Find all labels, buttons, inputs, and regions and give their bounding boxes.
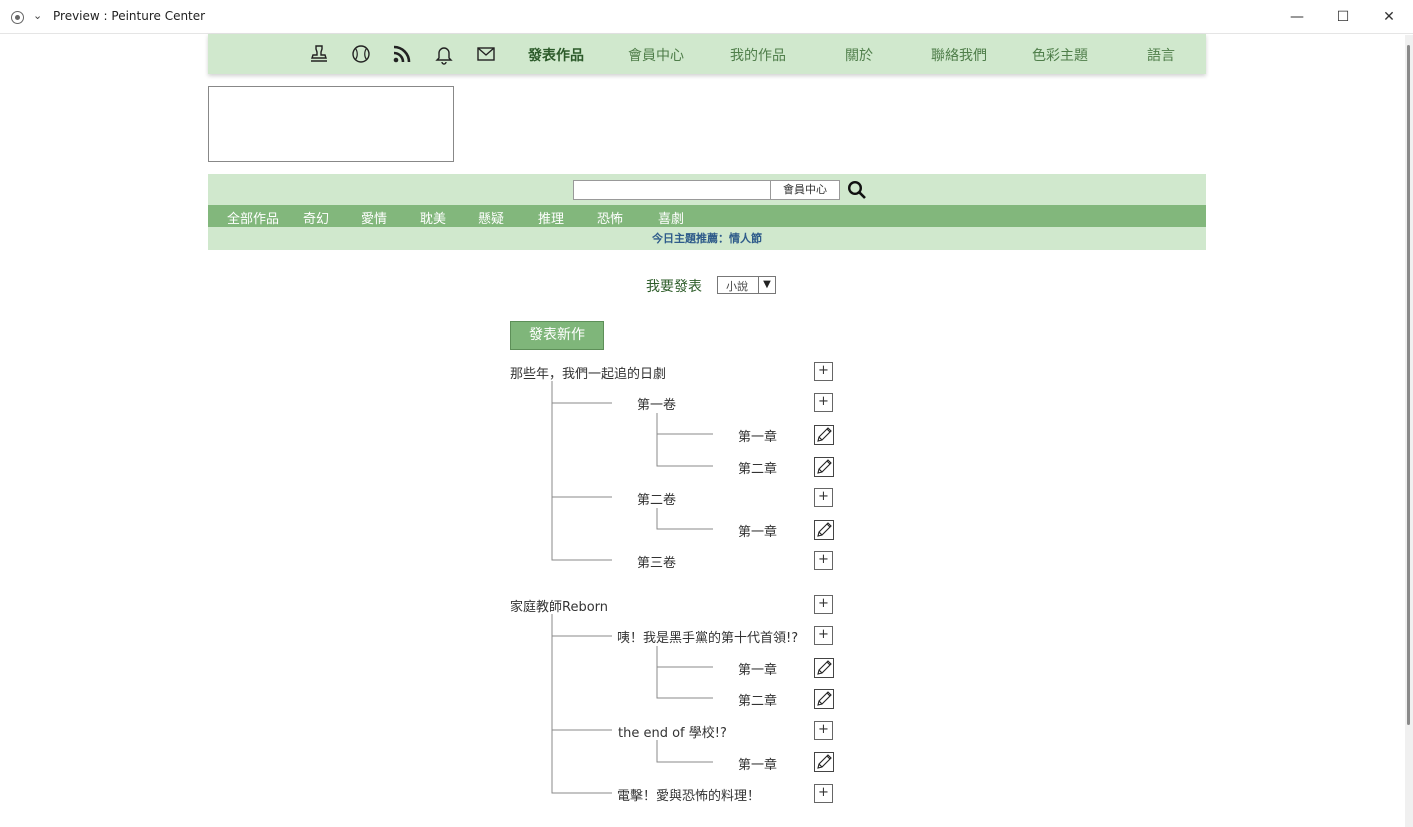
pencil-icon bbox=[817, 754, 832, 769]
category-fantasy[interactable]: 奇幻 bbox=[303, 208, 329, 227]
minimize-button[interactable]: — bbox=[1274, 0, 1320, 34]
chapter-title[interactable]: 第一章 bbox=[738, 521, 777, 540]
volume-title[interactable]: 第一卷 bbox=[637, 394, 676, 413]
work-title[interactable]: 家庭教師Reborn bbox=[510, 596, 608, 615]
volume-title[interactable]: 第二卷 bbox=[637, 489, 676, 508]
top-nav: 發表作品 會員中心 我的作品 關於 聯絡我們 色彩主題 語言 bbox=[208, 34, 1206, 74]
baseball-icon[interactable] bbox=[350, 43, 372, 65]
category-suspense[interactable]: 懸疑 bbox=[478, 208, 504, 227]
chapter-title[interactable]: 第一章 bbox=[738, 659, 777, 678]
search-scope-select[interactable]: 會員中心 bbox=[770, 180, 840, 200]
category-all[interactable]: 全部作品 bbox=[227, 208, 279, 227]
volume-title[interactable]: 第三卷 bbox=[637, 552, 676, 571]
stamp-icon[interactable] bbox=[308, 43, 330, 65]
add-chapter-button[interactable]: + bbox=[814, 393, 833, 412]
new-work-button[interactable]: 發表新作 bbox=[510, 321, 604, 350]
edit-chapter-button[interactable] bbox=[814, 425, 834, 445]
search-icon[interactable] bbox=[847, 180, 867, 200]
publish-type-value: 小說 bbox=[726, 280, 748, 293]
category-mystery[interactable]: 推理 bbox=[538, 208, 564, 227]
search-bar: 會員中心 bbox=[208, 174, 1206, 205]
window-title: Preview : Peinture Center bbox=[53, 9, 206, 23]
add-volume-button[interactable]: + bbox=[814, 595, 833, 614]
window-titlebar: ⌄ Preview : Peinture Center — ☐ ✕ bbox=[0, 0, 1413, 34]
category-comedy[interactable]: 喜劇 bbox=[658, 208, 684, 227]
pencil-icon bbox=[817, 522, 832, 537]
add-volume-button[interactable]: + bbox=[814, 362, 833, 381]
pencil-icon bbox=[817, 459, 832, 474]
chapter-title[interactable]: 第一章 bbox=[738, 754, 777, 773]
pencil-icon bbox=[817, 660, 832, 675]
mail-icon[interactable] bbox=[475, 43, 497, 65]
nav-language[interactable]: 語言 bbox=[1147, 45, 1175, 65]
add-chapter-button[interactable]: + bbox=[814, 626, 833, 645]
category-romance[interactable]: 愛情 bbox=[361, 208, 387, 227]
edit-chapter-button[interactable] bbox=[814, 457, 834, 477]
publish-label: 我要發表 bbox=[646, 279, 702, 295]
theme-recommendation[interactable]: 今日主題推薦：情人節 bbox=[208, 227, 1206, 250]
search-input[interactable] bbox=[573, 180, 771, 200]
vertical-scrollbar[interactable] bbox=[1405, 35, 1413, 827]
edit-chapter-button[interactable] bbox=[814, 752, 834, 772]
add-chapter-button[interactable]: + bbox=[814, 551, 833, 570]
nav-contact[interactable]: 聯絡我們 bbox=[931, 45, 987, 65]
category-bl[interactable]: 耽美 bbox=[420, 208, 446, 227]
add-chapter-button[interactable]: + bbox=[814, 721, 833, 740]
nav-publish[interactable]: 發表作品 bbox=[528, 45, 584, 65]
banner-placeholder bbox=[208, 86, 454, 162]
chapter-title[interactable]: 第二章 bbox=[738, 458, 777, 477]
pencil-icon bbox=[817, 427, 832, 442]
category-bar: 全部作品 奇幻 愛情 耽美 懸疑 推理 恐怖 喜劇 bbox=[208, 205, 1206, 227]
rss-icon[interactable] bbox=[391, 43, 413, 65]
volume-title[interactable]: 咦！我是黑手黨的第十代首領!? bbox=[617, 627, 798, 646]
close-button[interactable]: ✕ bbox=[1366, 0, 1412, 34]
edit-chapter-button[interactable] bbox=[814, 689, 834, 709]
edit-chapter-button[interactable] bbox=[814, 520, 834, 540]
nav-my-works[interactable]: 我的作品 bbox=[730, 45, 786, 65]
bell-icon[interactable] bbox=[433, 43, 455, 65]
maximize-button[interactable]: ☐ bbox=[1320, 0, 1366, 34]
volume-title[interactable]: the end of 學校!? bbox=[618, 722, 727, 741]
add-chapter-button[interactable]: + bbox=[814, 784, 833, 803]
chevron-down-icon[interactable]: ⌄ bbox=[33, 9, 42, 22]
chapter-title[interactable]: 第一章 bbox=[738, 426, 777, 445]
scrollbar-thumb[interactable] bbox=[1407, 45, 1410, 725]
nav-member-center[interactable]: 會員中心 bbox=[628, 45, 684, 65]
edit-chapter-button[interactable] bbox=[814, 658, 834, 678]
nav-about[interactable]: 關於 bbox=[845, 45, 873, 65]
add-chapter-button[interactable]: + bbox=[814, 488, 833, 507]
nav-color-theme[interactable]: 色彩主題 bbox=[1032, 45, 1088, 65]
dropdown-arrow-icon[interactable]: ▼ bbox=[758, 277, 775, 293]
record-icon[interactable] bbox=[11, 11, 24, 24]
publish-type-select[interactable]: 小說 ▼ bbox=[717, 276, 776, 294]
category-horror[interactable]: 恐怖 bbox=[597, 208, 623, 227]
chapter-title[interactable]: 第二章 bbox=[738, 690, 777, 709]
pencil-icon bbox=[817, 691, 832, 706]
work-title[interactable]: 那些年，我們一起追的日劇 bbox=[510, 363, 666, 382]
volume-title[interactable]: 電擊！愛與恐怖的料理！ bbox=[617, 785, 760, 804]
